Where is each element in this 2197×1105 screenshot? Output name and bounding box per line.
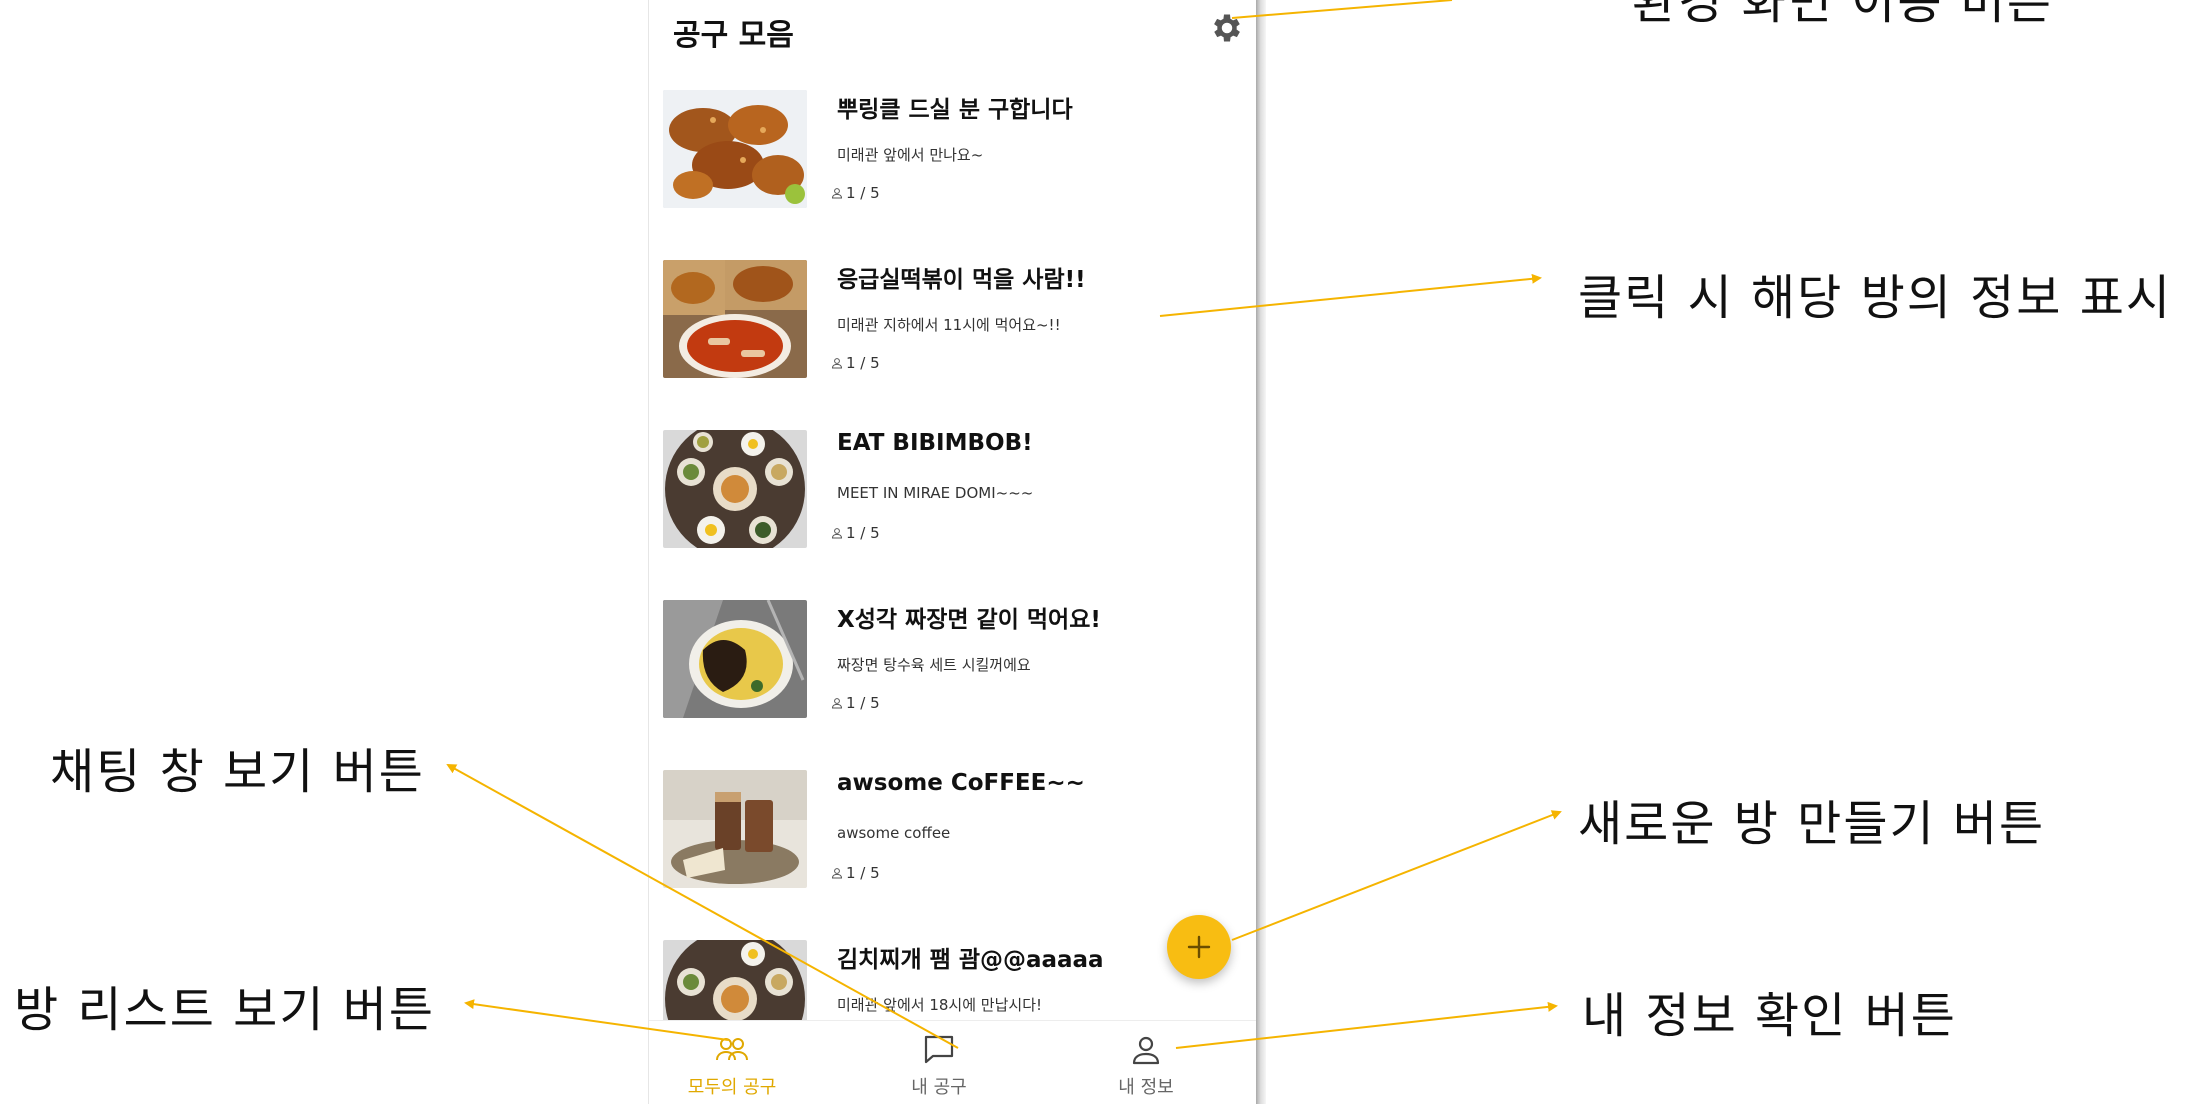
room-thumbnail-chicken bbox=[663, 90, 807, 208]
room-title: awsome CoFFEE~~ bbox=[837, 770, 1085, 796]
participant-count: 1 / 5 bbox=[831, 354, 880, 372]
create-room-button[interactable] bbox=[1167, 915, 1231, 979]
annotation-room-list: 방 리스트 보기 버튼 bbox=[14, 982, 436, 1038]
phone-screen: 공구 모음 뿌링클 드실 분 구합니다 미래관 앞에서 만나요~ 1 / 5 응… bbox=[648, 0, 1257, 1105]
app-bar: 공구 모음 bbox=[649, 0, 1257, 64]
room-list-item[interactable]: 김치찌개 팸 괌@@aaaaa 미래관 앞에서 18시에 만납시다! bbox=[649, 922, 1257, 1020]
room-list-item[interactable]: awsome CoFFEE~~ awsome coffee 1 / 5 bbox=[649, 752, 1257, 922]
room-title: EAT BIBIMBOB! bbox=[837, 430, 1033, 456]
participant-count: 1 / 5 bbox=[831, 694, 880, 712]
room-description: 미래관 지하에서 11시에 먹어요~!! bbox=[837, 316, 1061, 334]
page-title: 공구 모음 bbox=[673, 18, 794, 53]
annotation-room-info: 클릭 시 해당 방의 정보 표시 bbox=[1578, 270, 2173, 326]
participant-count-text: 1 / 5 bbox=[846, 184, 880, 202]
tab-label: 내 공구 bbox=[911, 1077, 967, 1098]
phone-edge-shadow bbox=[1256, 0, 1266, 1104]
room-description: 미래관 앞에서 만나요~ bbox=[837, 146, 984, 164]
person-small-icon bbox=[831, 528, 843, 539]
room-description: 미래관 앞에서 18시에 만납시다! bbox=[837, 996, 1043, 1014]
participant-count-text: 1 / 5 bbox=[846, 694, 880, 712]
bottom-navigation: 모두의 공구 내 공구 내 정보 bbox=[649, 1020, 1257, 1105]
participant-count: 1 / 5 bbox=[831, 524, 880, 542]
room-thumbnail-coffee bbox=[663, 770, 807, 888]
participant-count: 1 / 5 bbox=[831, 184, 880, 202]
participant-count: 1 / 5 bbox=[831, 864, 880, 882]
room-list-item[interactable]: EAT BIBIMBOB! MEET IN MIRAE DOMI~~~ 1 / … bbox=[649, 412, 1257, 582]
tab-all-group-buys[interactable]: 모두의 공구 bbox=[647, 1021, 817, 1105]
room-description: 짜장면 탕수육 세트 시킬꺼에요 bbox=[837, 656, 1031, 674]
room-thumbnail-tteokbokki bbox=[663, 260, 807, 378]
gear-icon[interactable] bbox=[1209, 10, 1245, 46]
participant-count-text: 1 / 5 bbox=[846, 524, 880, 542]
room-title: 김치찌개 팸 괌@@aaaaa bbox=[837, 947, 1104, 973]
room-title: 뿌링클 드실 분 구합니다 bbox=[837, 97, 1073, 123]
room-list: 뿌링클 드실 분 구합니다 미래관 앞에서 만나요~ 1 / 5 응급실떡볶이 … bbox=[649, 72, 1257, 1020]
person-small-icon bbox=[831, 358, 843, 369]
annotation-new-room: 새로운 방 만들기 버튼 bbox=[1578, 796, 2046, 852]
room-description: awsome coffee bbox=[837, 824, 951, 842]
room-title: X성각 짜장면 같이 먹어요! bbox=[837, 607, 1101, 633]
participant-count-text: 1 / 5 bbox=[846, 864, 880, 882]
room-title: 응급실떡볶이 먹을 사람!! bbox=[837, 267, 1086, 293]
tab-label: 모두의 공구 bbox=[687, 1077, 777, 1098]
annotation-chat-button: 채팅 창 보기 버튼 bbox=[50, 744, 425, 800]
group-icon bbox=[716, 1038, 748, 1061]
annotation-settings: 환경 화면 이동 버튼 bbox=[1632, 0, 2054, 30]
tab-my-info[interactable]: 내 정보 bbox=[1061, 1021, 1231, 1105]
plus-icon bbox=[1187, 935, 1211, 959]
room-list-item[interactable]: 뿌링클 드실 분 구합니다 미래관 앞에서 만나요~ 1 / 5 bbox=[649, 72, 1257, 242]
person-small-icon bbox=[831, 188, 843, 199]
tab-label: 내 정보 bbox=[1118, 1077, 1174, 1098]
person-small-icon bbox=[831, 868, 843, 879]
participant-count-text: 1 / 5 bbox=[846, 354, 880, 372]
annotation-my-info: 내 정보 확인 버튼 bbox=[1582, 988, 1957, 1044]
room-thumbnail-bibimbap bbox=[663, 940, 807, 1020]
room-list-item[interactable]: X성각 짜장면 같이 먹어요! 짜장면 탕수육 세트 시킬꺼에요 1 / 5 bbox=[649, 582, 1257, 752]
person-icon bbox=[1132, 1036, 1160, 1065]
tab-my-group-buys[interactable]: 내 공구 bbox=[854, 1021, 1024, 1105]
room-thumbnail-bibimbap bbox=[663, 430, 807, 548]
room-list-item[interactable]: 응급실떡볶이 먹을 사람!! 미래관 지하에서 11시에 먹어요~!! 1 / … bbox=[649, 242, 1257, 412]
room-description: MEET IN MIRAE DOMI~~~ bbox=[837, 484, 1034, 502]
arrow-new-room bbox=[1231, 810, 1562, 941]
chat-icon bbox=[924, 1035, 954, 1064]
person-small-icon bbox=[831, 698, 843, 709]
room-thumbnail-jjajang bbox=[663, 600, 807, 718]
